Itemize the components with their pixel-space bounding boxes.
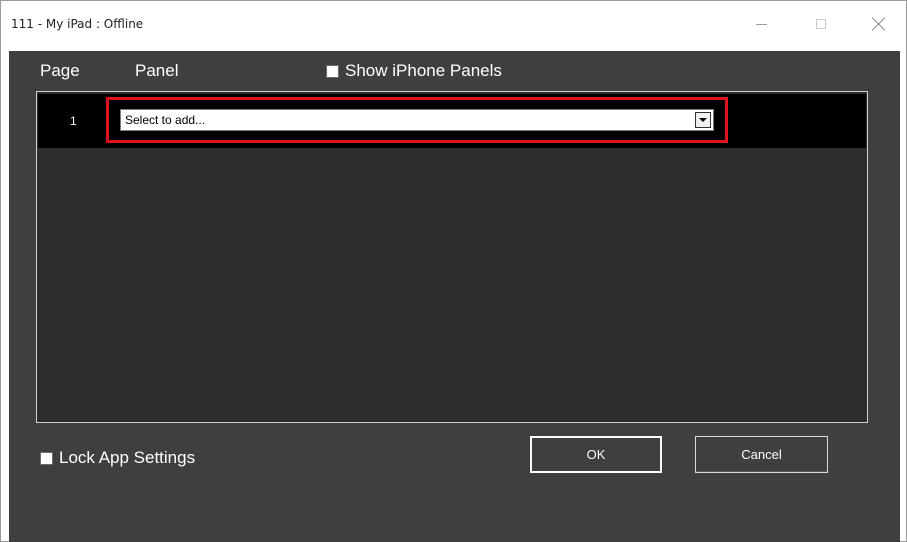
show-iphone-panels-checkbox[interactable]: Show iPhone Panels bbox=[326, 61, 502, 81]
panel-select-value: Select to add... bbox=[125, 113, 206, 127]
panel-column-header: Panel bbox=[135, 61, 179, 80]
cancel-button[interactable]: Cancel bbox=[695, 436, 828, 473]
minimize-icon bbox=[755, 23, 767, 25]
maximize-button[interactable] bbox=[801, 9, 841, 39]
lock-app-settings-box[interactable] bbox=[40, 451, 53, 465]
table-row: 1 Select to add... bbox=[38, 94, 866, 148]
show-iphone-panels-box[interactable] bbox=[326, 64, 339, 78]
close-button[interactable] bbox=[859, 9, 899, 39]
dialog-content: Page Panel Show iPhone Panels 1 Select t… bbox=[9, 51, 900, 542]
panel-select-dropdown[interactable]: Select to add... bbox=[120, 109, 714, 131]
minimize-button[interactable] bbox=[741, 9, 781, 39]
maximize-icon bbox=[816, 19, 826, 29]
lock-app-settings-label: Lock App Settings bbox=[59, 448, 196, 467]
lock-app-settings-checkbox[interactable]: Lock App Settings bbox=[40, 448, 195, 468]
dropdown-arrow-button[interactable] bbox=[695, 112, 711, 128]
page-column-header: Page bbox=[40, 61, 80, 80]
show-iphone-panels-label: Show iPhone Panels bbox=[345, 61, 502, 80]
row-page-number: 1 bbox=[70, 114, 77, 128]
window-title: 111 - My iPad : Offline bbox=[11, 17, 144, 31]
chevron-down-icon bbox=[699, 118, 707, 122]
dialog-window: 111 - My iPad : Offline Page Panel Show … bbox=[0, 0, 907, 542]
title-bar: 111 - My iPad : Offline bbox=[1, 1, 906, 51]
close-icon bbox=[872, 17, 886, 31]
ok-button[interactable]: OK bbox=[530, 436, 662, 473]
panel-grid: 1 Select to add... bbox=[36, 91, 868, 423]
